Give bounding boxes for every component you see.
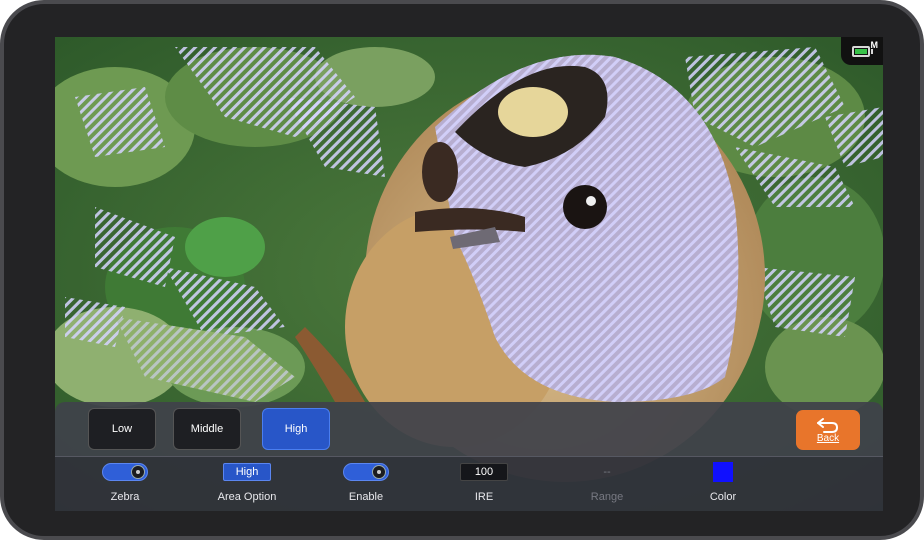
video-preview: M Low Middle High Back Zebra High Area O… [55,37,883,511]
area-option-value[interactable]: High [223,463,271,481]
enable-label: Enable [348,491,384,503]
enable-toggle[interactable] [343,463,389,481]
level-high-label: High [284,423,308,435]
zebra-toggle[interactable] [102,463,148,481]
return-arrow-icon [817,418,839,433]
monitor-device: M Low Middle High Back Zebra High Area O… [0,0,924,540]
range-value: -- [603,466,611,478]
battery-indicator: M [841,37,883,65]
ire-value[interactable]: 100 [460,463,508,481]
range-control: -- Range [552,457,662,511]
level-middle-label: Middle [190,423,224,435]
level-high-button[interactable]: High [262,408,330,450]
range-label: Range [590,491,624,503]
color-swatch[interactable] [713,462,733,482]
zebra-settings-bar: Zebra High Area Option Enable 100 IRE --… [55,456,883,511]
area-option-control: High Area Option [192,457,302,511]
color-label: Color [709,491,737,503]
level-low-label: Low [111,423,133,435]
zebra-control: Zebra [70,457,180,511]
ire-label: IRE [474,491,494,503]
enable-control: Enable [311,457,421,511]
battery-icon [851,45,870,57]
back-label: Back [816,433,840,444]
back-button[interactable]: Back [796,410,860,450]
level-low-button[interactable]: Low [88,408,156,450]
color-control: Color [668,457,778,511]
battery-mode-label: M [870,40,879,50]
area-option-label: Area Option [217,491,277,503]
ire-control: 100 IRE [429,457,539,511]
zebra-label: Zebra [110,491,140,503]
level-selector-bar: Low Middle High Back [55,402,883,456]
level-middle-button[interactable]: Middle [173,408,241,450]
